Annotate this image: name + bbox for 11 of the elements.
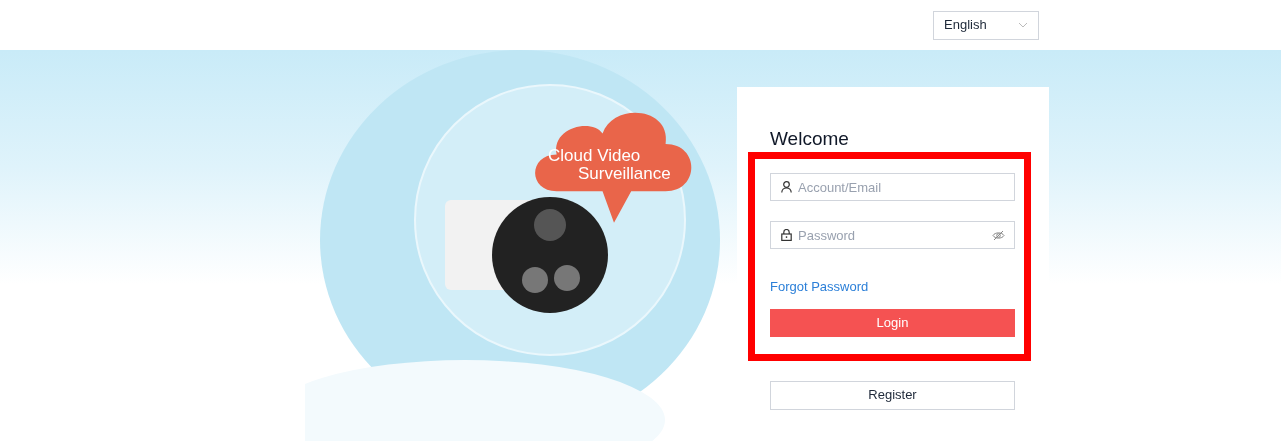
lock-icon	[781, 229, 792, 241]
eye-slash-icon[interactable]	[992, 230, 1005, 241]
password-field[interactable]: Password	[770, 221, 1015, 249]
welcome-title: Welcome	[770, 127, 850, 151]
chevron-down-icon	[1018, 22, 1028, 28]
account-field[interactable]: Account/Email	[770, 173, 1015, 201]
language-select[interactable]: English	[933, 10, 1039, 40]
forgot-password-link[interactable]: Forgot Password	[770, 277, 869, 297]
register-button[interactable]: Register	[770, 380, 1015, 410]
user-icon	[781, 181, 792, 193]
cloud-text: Surveillance	[577, 165, 671, 183]
